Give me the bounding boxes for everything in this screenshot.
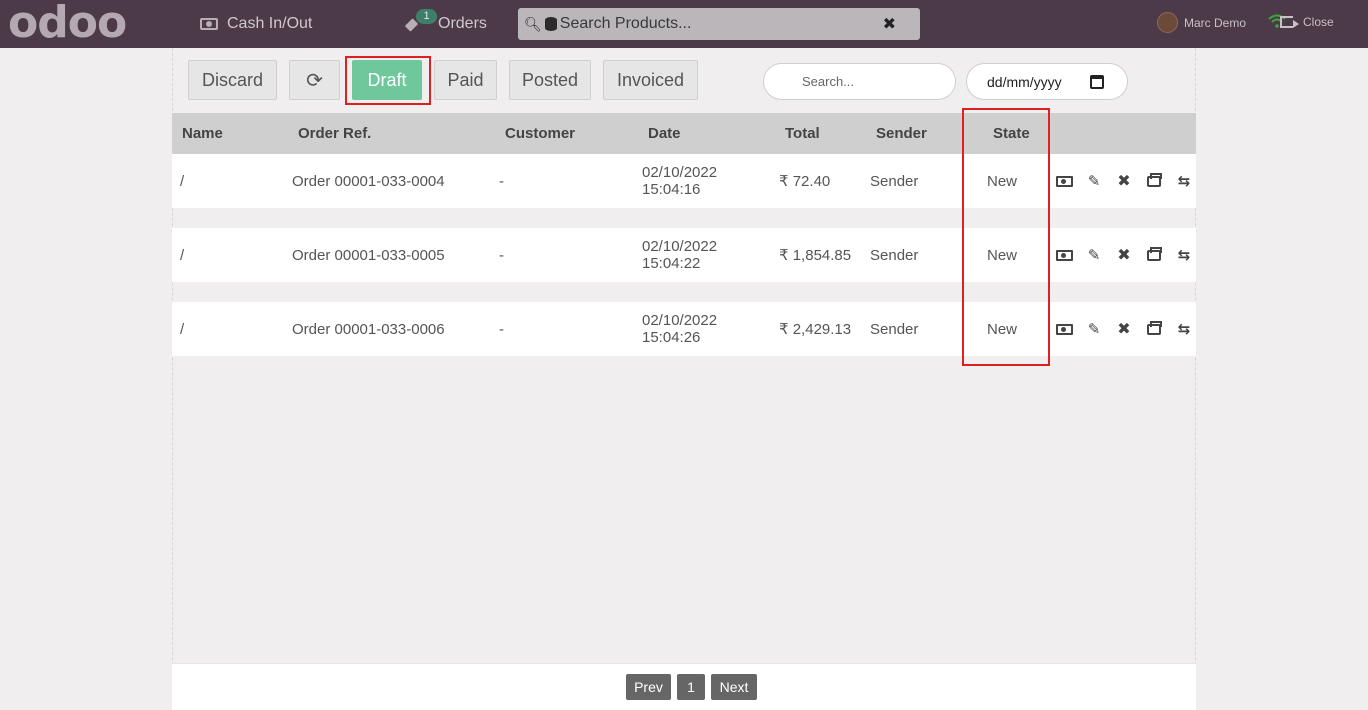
payment-action[interactable] [1049,174,1079,188]
row-actions: ✎︎ ✖︎ ⇆︎ [1049,320,1199,338]
print-action[interactable] [1139,246,1169,262]
row-sender: Sender [870,321,919,338]
row-actions: ✎︎ ✖︎ ⇆︎ [1049,246,1199,264]
row-name: / [180,173,185,190]
row-date-time: 15:04:22 [642,255,701,272]
row-date-day: 02/10/2022 [642,312,718,329]
refresh-icon: ⟳ [306,69,323,92]
row-total: ₹ 2,429.13 [779,321,852,338]
row-total: ₹ 1,854.85 [779,247,852,264]
close-button[interactable]: Close [1280,15,1334,29]
header-total: Total [785,125,820,142]
edit-action[interactable]: ✎︎ [1079,173,1109,190]
cancel-icon: ✖︎ [1117,173,1131,190]
cancel-action[interactable]: ✖︎ [1109,321,1139,338]
discard-button[interactable]: Discard [188,60,277,100]
row-customer: - [499,247,504,264]
sign-out-icon [1280,16,1299,28]
payment-action[interactable] [1049,248,1079,262]
database-icon [544,17,557,31]
print-icon [1147,320,1162,335]
invoiced-filter-button[interactable]: Invoiced [603,60,698,100]
header-name: Name [182,125,223,142]
prev-page-button[interactable]: Prev [626,674,671,700]
state-column-highlight-box [962,108,1050,366]
user-name: Marc Demo [1184,15,1247,30]
paid-filter-button[interactable]: Paid [434,60,497,100]
odoo-logo: odoo [8,0,127,48]
row-customer: - [499,173,504,190]
date-filter-input[interactable]: dd/mm/yyyy [966,63,1128,100]
cancel-icon: ✖︎ [1117,247,1131,264]
clear-search-icon[interactable]: ✖ [883,14,896,34]
print-icon [1147,246,1162,261]
reorder-action[interactable]: ⇆︎ [1169,173,1199,190]
row-total: ₹ 72.40 [779,173,831,190]
print-action[interactable] [1139,320,1169,336]
money-icon [1055,323,1073,335]
cancel-action[interactable]: ✖︎ [1109,247,1139,264]
header-order-ref: Order Ref. [298,125,372,142]
row-date-time: 15:04:16 [642,181,701,198]
edit-icon: ✎︎ [1087,321,1101,338]
calendar-icon[interactable] [1090,75,1104,89]
row-order-ref: Order 00001-033-0005 [292,247,445,264]
header-sender: Sender [876,125,927,142]
print-icon [1147,172,1162,187]
retweet-icon: ⇆︎ [1177,321,1191,338]
current-page-button[interactable]: 1 [677,674,705,700]
orders-search-placeholder: Search... [802,74,855,89]
payment-action[interactable] [1049,322,1079,336]
print-action[interactable] [1139,172,1169,188]
cancel-action[interactable]: ✖︎ [1109,173,1139,190]
close-label: Close [1303,15,1334,29]
row-date-time: 15:04:26 [642,329,701,346]
cash-in-out-button[interactable]: Cash In/Out [200,14,312,34]
reorder-action[interactable]: ⇆︎ [1169,247,1199,264]
orders-count-badge: 1 [416,9,437,24]
reorder-action[interactable]: ⇆︎ [1169,321,1199,338]
header-date: Date [648,125,681,142]
edit-icon: ✎︎ [1087,173,1101,190]
row-date: 02/10/2022 15:04:26 [642,312,717,346]
row-name: / [180,321,185,338]
edit-icon: ✎︎ [1087,247,1101,264]
next-page-button[interactable]: Next [711,674,757,700]
user-menu[interactable]: Marc Demo [1157,12,1246,33]
money-icon [1055,175,1073,187]
row-date: 02/10/2022 15:04:22 [642,238,717,272]
row-actions: ✎︎ ✖︎ ⇆︎ [1049,172,1199,190]
row-name: / [180,247,185,264]
header-customer: Customer [505,125,576,142]
orders-label: Orders [438,15,487,32]
row-sender: Sender [870,173,919,190]
date-placeholder: dd/mm/yyyy [987,73,1062,90]
cash-in-out-label: Cash In/Out [227,15,313,32]
retweet-icon: ⇆︎ [1177,247,1191,264]
row-date-day: 02/10/2022 [642,238,718,255]
row-customer: - [499,321,504,338]
row-sender: Sender [870,247,919,264]
top-bar: odoo Cash In/Out 1 Orders 🔍︎ Search Prod… [0,0,1368,48]
row-order-ref: Order 00001-033-0006 [292,321,445,338]
cancel-icon: ✖︎ [1117,321,1131,338]
orders-search-input[interactable]: Search... [763,63,956,100]
edit-action[interactable]: ✎︎ [1079,247,1109,264]
money-icon [1055,249,1073,261]
edit-action[interactable]: ✎︎ [1079,321,1109,338]
row-order-ref: Order 00001-033-0004 [292,173,445,190]
money-icon [200,18,218,30]
search-products-input[interactable]: 🔍︎ Search Products... ✖ [518,8,920,40]
draft-highlight-box [345,56,431,105]
avatar [1157,12,1178,33]
row-date-day: 02/10/2022 [642,164,718,181]
row-date: 02/10/2022 15:04:16 [642,164,717,198]
refresh-button[interactable]: ⟳ [289,60,340,100]
search-icon: 🔍︎ [524,15,542,32]
orders-button[interactable]: 1 Orders [405,9,487,34]
posted-filter-button[interactable]: Posted [509,60,591,100]
search-products-placeholder: Search Products... [559,15,692,32]
retweet-icon: ⇆︎ [1177,173,1191,190]
